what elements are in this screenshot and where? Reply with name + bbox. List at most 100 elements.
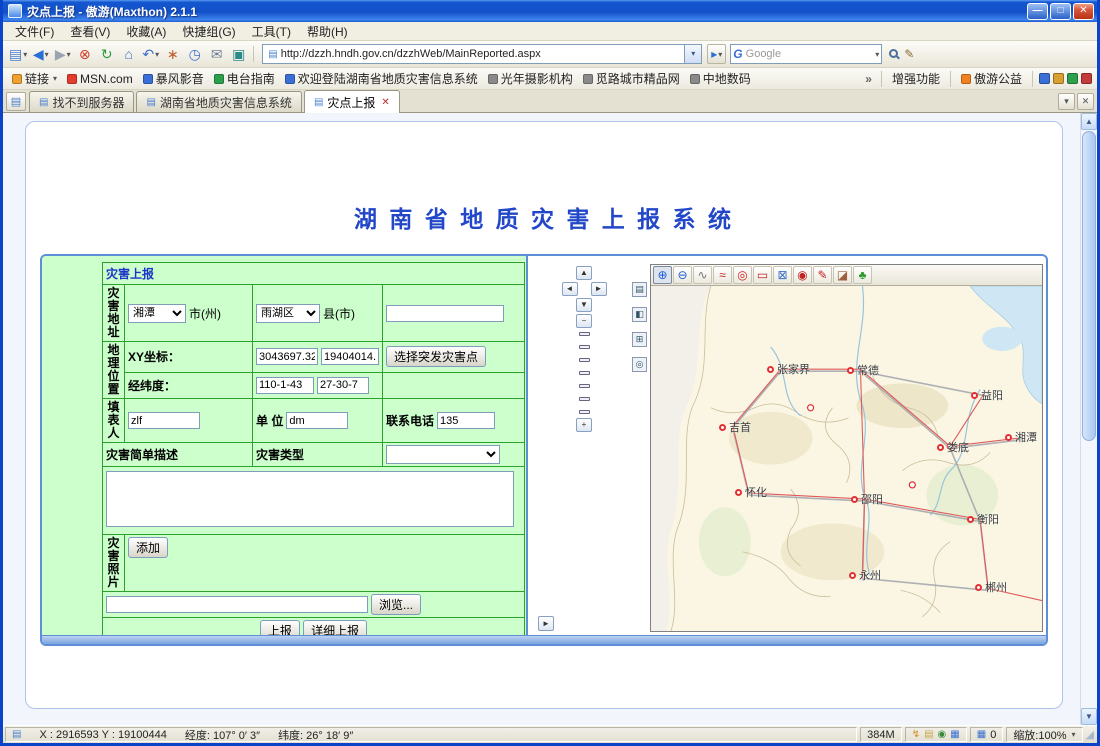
snip-button[interactable]: ∗ xyxy=(162,43,183,65)
zoom-tick[interactable] xyxy=(579,345,590,349)
pan-icon[interactable]: ∿ xyxy=(693,266,712,284)
eraser-icon[interactable]: ◪ xyxy=(833,266,852,284)
zoom-out-icon[interactable]: ⊖ xyxy=(673,266,692,284)
pan-left-button[interactable]: ◄ xyxy=(562,282,578,296)
back-button[interactable]: ◀▾ xyxy=(30,43,51,65)
links-bar-item[interactable]: 暴风影音 xyxy=(139,69,208,88)
tab-list-button[interactable]: ▤ xyxy=(6,92,26,111)
links-bar-item[interactable]: 链接▾ xyxy=(8,69,61,88)
undo-button[interactable]: ↶▾ xyxy=(140,43,161,65)
address-dropdown-icon[interactable]: ▾ xyxy=(684,45,701,63)
zoom-tick[interactable] xyxy=(579,397,590,401)
y-coordinate-input[interactable] xyxy=(321,348,379,365)
county-select[interactable]: 雨湖区 xyxy=(256,304,320,323)
links-bar-item[interactable]: 傲游公益 xyxy=(957,69,1026,88)
zoom-in-button[interactable]: + xyxy=(576,418,592,432)
images-icon[interactable]: ▦ xyxy=(950,730,959,740)
privacy-icon[interactable]: ◉ xyxy=(938,730,947,740)
stop-button[interactable]: ⊗ xyxy=(74,43,95,65)
add-photo-button[interactable]: 添加 xyxy=(128,537,168,558)
links-bar-item[interactable]: 中地数码 xyxy=(686,69,755,88)
plugin-icon[interactable] xyxy=(1039,73,1050,84)
locate-icon[interactable]: ◎ xyxy=(632,357,647,372)
pan-right-button[interactable]: ► xyxy=(591,282,607,296)
layer-list-icon[interactable]: ⊞ xyxy=(632,332,647,347)
vertical-scrollbar[interactable]: ▲ ▼ xyxy=(1080,113,1097,725)
scroll-up-icon[interactable]: ▲ xyxy=(1081,113,1097,130)
minimize-button[interactable]: — xyxy=(1027,3,1048,20)
legend-icon[interactable]: ▤ xyxy=(632,282,647,297)
tab-item[interactable]: ▤湖南省地质灾害信息系统 xyxy=(136,91,301,112)
address-detail-input[interactable] xyxy=(386,305,504,322)
links-bar-item[interactable]: 电台指南 xyxy=(210,69,279,88)
zoom-tick[interactable] xyxy=(579,332,590,336)
search-engine-dropdown-icon[interactable]: ▾ xyxy=(875,50,879,59)
zoom-out-button[interactable]: − xyxy=(576,314,592,328)
reporter-input[interactable] xyxy=(128,412,200,429)
search-icon[interactable] xyxy=(889,49,898,58)
longitude-input[interactable] xyxy=(256,377,314,394)
maximize-button[interactable]: □ xyxy=(1050,3,1071,20)
latitude-input[interactable] xyxy=(317,377,369,394)
resize-grip[interactable]: ◢ xyxy=(1086,728,1095,741)
links-bar-item[interactable]: 光年摄影机构 xyxy=(484,69,577,88)
chevron-down-icon[interactable]: ▾ xyxy=(155,50,159,59)
folder-icon[interactable]: ▤ xyxy=(924,730,933,740)
history-button[interactable]: ◷ xyxy=(184,43,205,65)
plugin-icon[interactable] xyxy=(1067,73,1078,84)
search-box[interactable]: G Google ▾ xyxy=(730,44,882,64)
links-bar-item[interactable]: 欢迎登陆湖南省地质灾害信息系统 xyxy=(281,69,482,88)
chevron-down-icon[interactable]: ▾ xyxy=(67,50,71,59)
home-button[interactable]: ⌂ xyxy=(118,43,139,65)
go-button[interactable]: ▸ ▾ xyxy=(707,44,726,64)
menu-item[interactable]: 文件(F) xyxy=(7,21,62,42)
chevron-down-icon[interactable]: ▾ xyxy=(45,50,49,59)
new-page-button[interactable]: ▤▾ xyxy=(7,43,29,65)
address-bar[interactable]: ▤ ▾ xyxy=(262,44,702,64)
zoom-tick[interactable] xyxy=(579,371,590,375)
unit-input[interactable] xyxy=(286,412,348,429)
mail-button[interactable]: ✉ xyxy=(206,43,227,65)
city-select[interactable]: 湘潭 xyxy=(128,304,186,323)
zoom-tick[interactable] xyxy=(579,384,590,388)
tab-active[interactable]: ▤灾点上报✕ xyxy=(304,90,400,113)
close-button[interactable]: ✕ xyxy=(1073,3,1094,20)
zoom-slider[interactable] xyxy=(578,332,591,414)
disaster-type-select[interactable] xyxy=(386,445,500,464)
close-tab-icon[interactable]: ✕ xyxy=(1077,93,1094,110)
title-bar[interactable]: 灾点上报 - 傲游(Maxthon) 2.1.1 —□✕ xyxy=(3,0,1097,22)
collapse-panel-button[interactable]: ► xyxy=(538,616,554,631)
overview-map-icon[interactable]: ◧ xyxy=(632,307,647,322)
links-bar-item[interactable]: MSN.com xyxy=(63,71,137,87)
scroll-down-icon[interactable]: ▼ xyxy=(1081,708,1097,725)
zoom-control[interactable]: 缩放:100% ▾ xyxy=(1006,727,1082,742)
zoom-tick[interactable] xyxy=(579,358,590,362)
close-tab-icon[interactable]: ✕ xyxy=(381,97,389,108)
menu-item[interactable]: 工具(T) xyxy=(244,21,299,42)
links-overflow-button[interactable]: » xyxy=(862,72,875,86)
menu-item[interactable]: 快捷组(G) xyxy=(174,21,243,42)
draw-point-icon[interactable]: ✎ xyxy=(813,266,832,284)
pan-up-button[interactable]: ▲ xyxy=(576,266,592,280)
plugin-icon[interactable] xyxy=(1081,73,1092,84)
pick-point-button[interactable]: 选择突发灾害点 xyxy=(386,346,486,367)
forward-button[interactable]: ▶▾ xyxy=(52,43,73,65)
links-bar-item[interactable]: 觅路城市精品网 xyxy=(579,69,684,88)
layers-icon[interactable]: ♣ xyxy=(853,266,872,284)
map-view[interactable]: 张家界常德益阳吉首娄底湘潭怀化邵阳衡阳永州郴州 xyxy=(651,286,1042,631)
identify-icon[interactable]: ◉ xyxy=(793,266,812,284)
highlight-pen-icon[interactable]: ✎ xyxy=(904,47,914,61)
clear-selection-icon[interactable]: ⊠ xyxy=(773,266,792,284)
zoom-dropdown-icon[interactable]: ▾ xyxy=(1072,730,1076,739)
full-extent-icon[interactable]: ◎ xyxy=(733,266,752,284)
select-rect-icon[interactable]: ▭ xyxy=(753,266,772,284)
phone-input[interactable] xyxy=(437,412,495,429)
performance-icon[interactable]: ↯ xyxy=(912,730,920,740)
menu-item[interactable]: 查看(V) xyxy=(62,21,118,42)
pan-down-button[interactable]: ▼ xyxy=(576,298,592,312)
description-textarea[interactable] xyxy=(106,471,514,527)
refresh-button[interactable]: ↻ xyxy=(96,43,117,65)
menu-item[interactable]: 帮助(H) xyxy=(299,21,356,42)
scrollbar-thumb[interactable] xyxy=(1082,131,1096,441)
chevron-down-icon[interactable]: ▾ xyxy=(23,50,27,59)
